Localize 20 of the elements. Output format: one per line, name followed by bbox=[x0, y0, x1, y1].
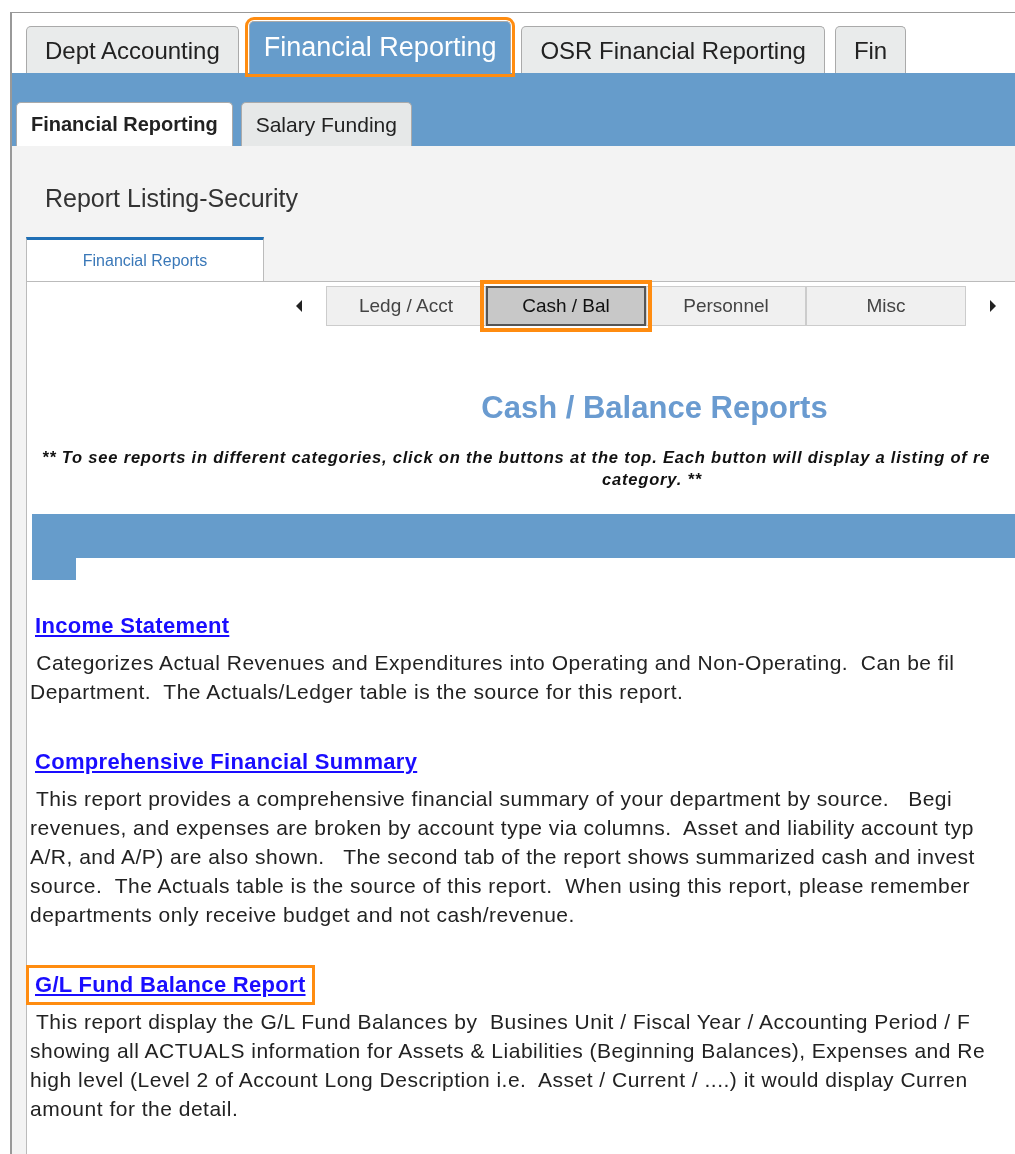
report-link[interactable]: G/L Fund Balance Report bbox=[26, 965, 315, 1005]
module-tab[interactable]: Dept Accounting bbox=[26, 26, 239, 73]
section-heading: Cash / Balance Reports bbox=[480, 390, 829, 426]
module-tab[interactable]: Fin bbox=[834, 26, 907, 73]
category-button[interactable]: Misc bbox=[806, 286, 966, 326]
category-button[interactable]: Personnel bbox=[646, 286, 806, 326]
sub-tab[interactable]: Salary Funding bbox=[240, 102, 412, 146]
section-tab[interactable]: Financial Reports bbox=[26, 237, 264, 281]
report-link[interactable]: Comprehensive Financial Summary bbox=[26, 742, 427, 782]
report-link[interactable]: Income Statement bbox=[26, 606, 239, 646]
report-description: Categorizes Actual Revenues and Expenditures into Operating and Non-Operating. Can be fil Department. The Actuals/Ledger table is the source for this report. bbox=[30, 650, 956, 705]
sub-tab[interactable]: Financial Reporting bbox=[16, 102, 233, 146]
scroll-left-icon[interactable] bbox=[294, 299, 304, 313]
report-description: This report display the G/L Fund Balances by Busines Unit / Fiscal Year / Accounting Period / F showing all ACTUALS information for Assets & Liabilities (Beginning Balances), Expenses and Re high level (Level 2 of Account Long Description i.e. Asset / Current / ....) it would display Curren amount for the detail. bbox=[30, 1009, 987, 1122]
module-tab[interactable]: OSR Financial Reporting bbox=[521, 26, 825, 73]
category-button[interactable]: Ledg / Acct bbox=[326, 286, 486, 326]
report-description: This report provides a comprehensive financial summary of your department by source. Begi revenues, and expenses are broken by account type via columns. Asset and liability account typ A/R, and A/P) are also shown. The second tab of the report shows summarized cash and invest source. The Actuals table is the source of this report. When using this report, please remember departments only receive budget and not cash/revenue. bbox=[30, 786, 976, 928]
page-title: Report Listing-Security bbox=[44, 184, 299, 213]
scroll-right-icon[interactable] bbox=[988, 299, 998, 313]
instruction-text: ** To see reports in different categories, click on the buttons at the top. Each button will display a listing of re category. ** bbox=[41, 447, 992, 490]
